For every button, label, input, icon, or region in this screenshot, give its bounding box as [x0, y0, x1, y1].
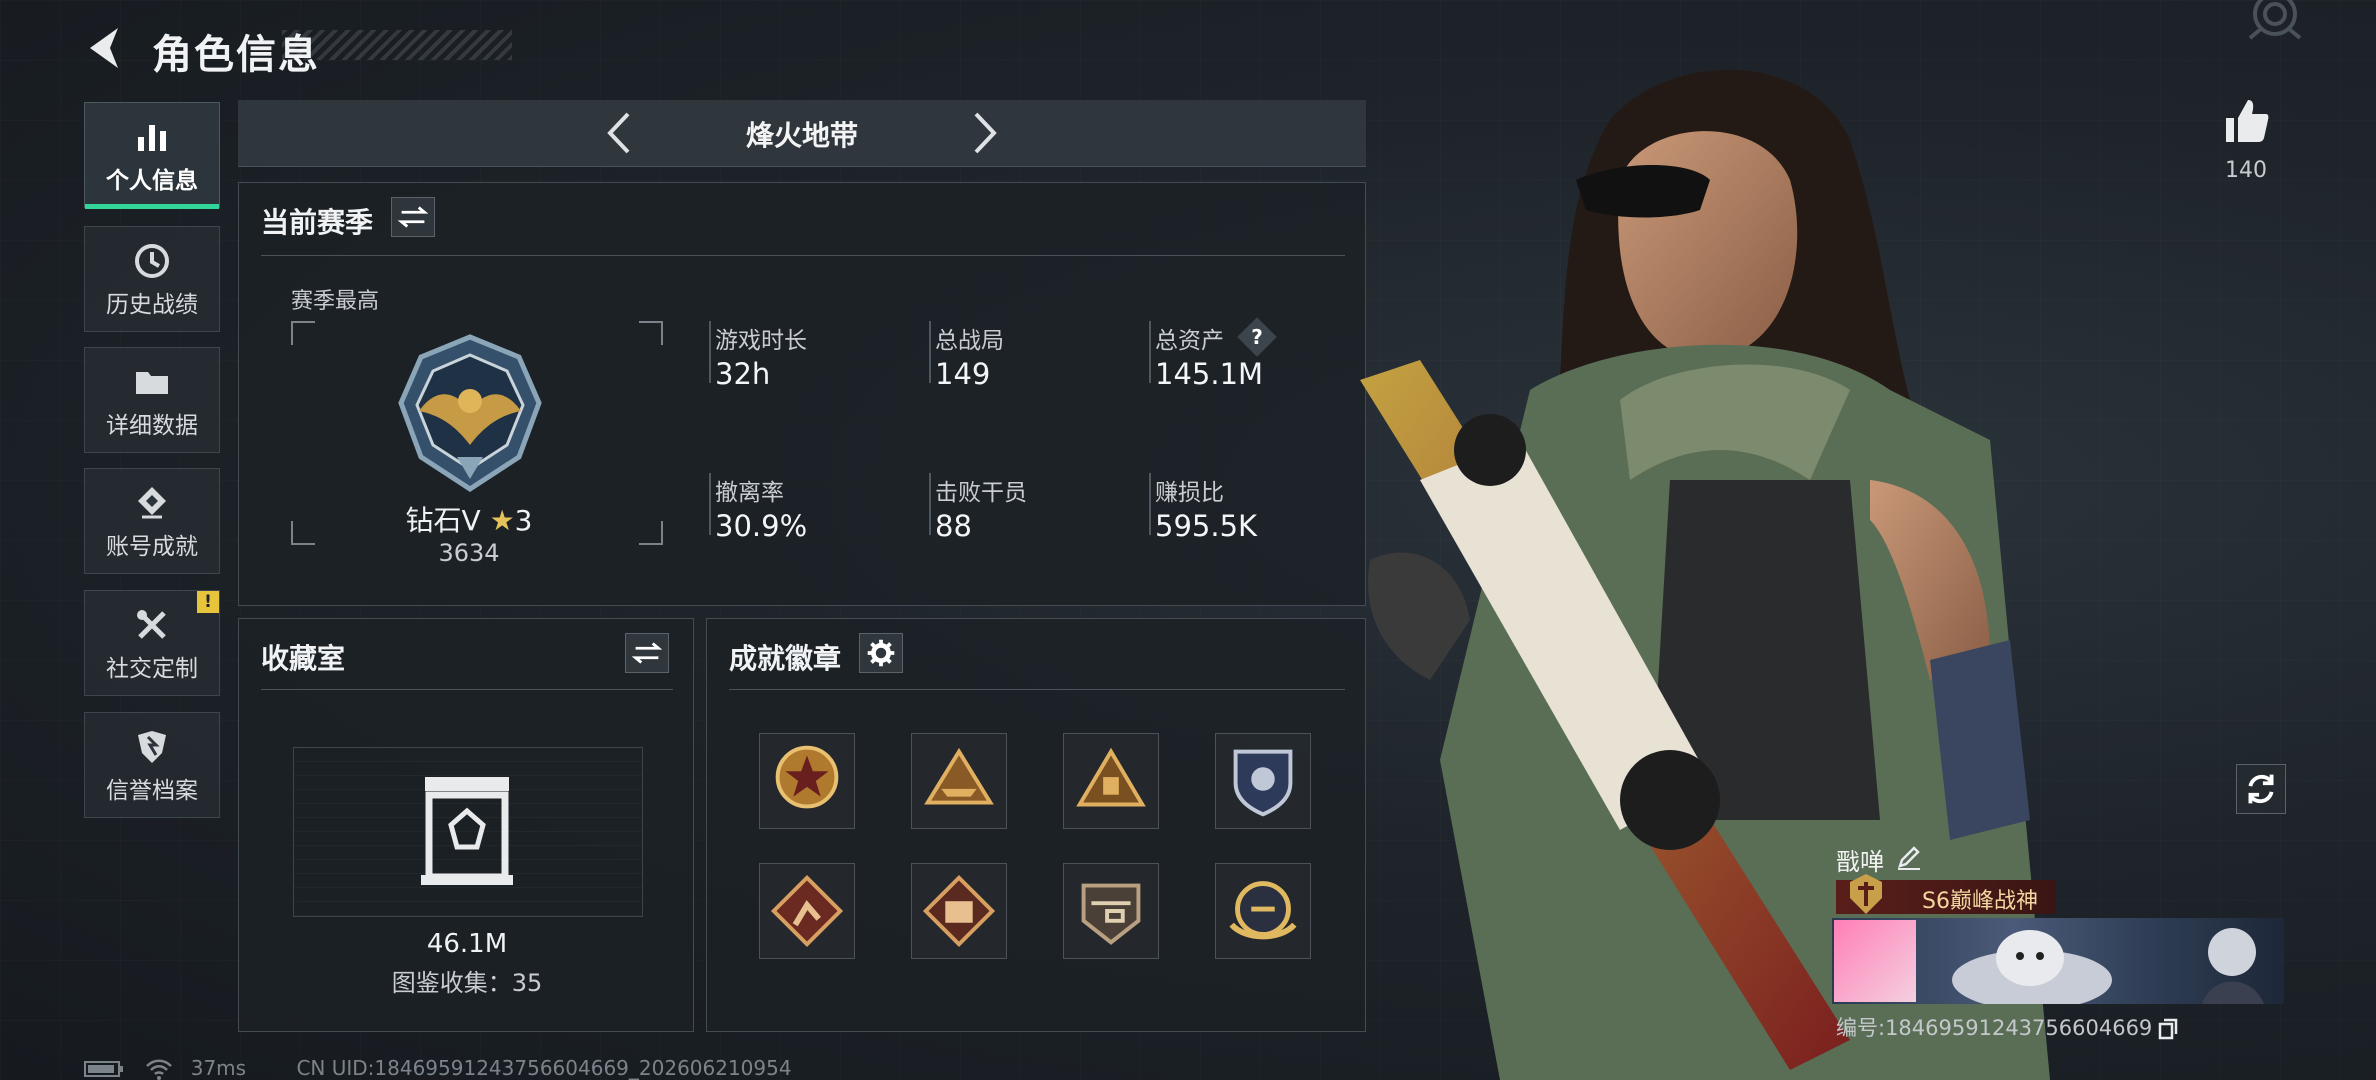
- sidebar-item-label: 历史战绩: [106, 292, 198, 318]
- achievement-badge[interactable]: [1063, 733, 1159, 829]
- collection-title: 收藏室: [261, 642, 346, 675]
- achievement-badge[interactable]: [1063, 863, 1159, 959]
- star-medal-icon: [775, 745, 839, 809]
- mode-name: 烽火地带: [745, 119, 858, 152]
- rank-info: 钻石V ★3: [239, 499, 699, 539]
- shield-icon: [138, 731, 166, 763]
- stat-value: 595.5K: [1155, 509, 1258, 543]
- rank-name: 钻石V: [405, 504, 481, 537]
- fist-badge-icon: [922, 874, 996, 948]
- target-icon[interactable]: [2244, 0, 2306, 44]
- title-tag: S6巅峰战神: [1836, 874, 2056, 914]
- achievement-icon: [138, 487, 166, 519]
- stat-label: 赚损比: [1155, 480, 1224, 506]
- banner-art: [1952, 930, 2112, 1004]
- stat-label: 游戏时长: [715, 328, 807, 354]
- edit-icon[interactable]: [1896, 844, 1922, 870]
- badges-title: 成就徽章: [729, 642, 842, 675]
- achievement-badge[interactable]: [911, 733, 1007, 829]
- tools-icon: [137, 610, 166, 639]
- title-decoration: [282, 30, 512, 60]
- back-arrow-icon[interactable]: [82, 22, 130, 74]
- stat-label: 总战局: [935, 328, 1004, 354]
- banner-character-art: [2202, 928, 2264, 1004]
- sidebar-item-history[interactable]: 历史战绩: [84, 226, 220, 332]
- rank-stars: 3: [514, 504, 533, 537]
- season-best-label: 赛季最高: [291, 289, 380, 314]
- status-bar: 37ms CN UID:18469591243756604669_2026062…: [84, 1056, 792, 1080]
- help-icon[interactable]: ?: [1237, 317, 1277, 357]
- folder-icon: [136, 372, 168, 394]
- likes-count: 140: [2225, 158, 2267, 183]
- season-panel: 当前赛季 赛季最高 钻石V ★3 3634 游戏时长 32h 总战局 149 总…: [238, 182, 1366, 606]
- sidebar-item-label: 账号成就: [106, 534, 198, 560]
- achievement-badge[interactable]: [911, 863, 1007, 959]
- sidebar-item-label: 详细数据: [106, 413, 198, 439]
- stat-value: 145.1M: [1155, 357, 1264, 391]
- rank-star-icon: ★: [489, 504, 515, 537]
- uid-line: CN UID:18469591243756604669_202606210954: [296, 1055, 792, 1080]
- avatar[interactable]: [1834, 920, 1916, 1002]
- badges-panel: 成就徽章: [706, 618, 1366, 1032]
- sidebar-item-details[interactable]: 详细数据: [84, 347, 220, 453]
- vault-icon: [421, 777, 513, 885]
- profile-banner[interactable]: [1832, 918, 2284, 1004]
- sidebar-item-reputation[interactable]: 信誉档案: [84, 712, 220, 818]
- title-tag-text: S6巅峰战神: [1922, 889, 2038, 914]
- copy-icon[interactable]: [2158, 1018, 2178, 1040]
- pyramid-badge-icon: [1076, 747, 1146, 807]
- stat-value: 88: [935, 509, 972, 543]
- stat-value: 30.9%: [715, 509, 808, 543]
- ping-value: 37ms: [190, 1055, 247, 1080]
- player-uid: 编号:1846959124375660466​9: [1836, 1012, 2178, 1042]
- stat-value: 149: [935, 357, 991, 391]
- rank-emblem-icon: [398, 334, 542, 492]
- history-icon: [135, 244, 169, 278]
- wifi-icon: [146, 1059, 173, 1080]
- stat-value: 32h: [715, 357, 771, 391]
- collection-value: 46.1M: [426, 929, 508, 959]
- runner-badge-icon: [770, 874, 844, 948]
- swap-icon[interactable]: [625, 633, 669, 673]
- achievement-badge[interactable]: [759, 733, 855, 829]
- sidebar-item-profile[interactable]: 个人信息: [84, 102, 220, 209]
- thumbs-up-icon[interactable]: [2222, 96, 2270, 146]
- sidebar-item-achievements[interactable]: 账号成就: [84, 468, 220, 574]
- gear-icon[interactable]: [859, 633, 903, 673]
- stat-label: 总资产: [1155, 328, 1224, 354]
- rank-score: 3634: [438, 539, 500, 567]
- collection-panel[interactable]: 收藏室 46.1M 图鉴收集：35: [238, 618, 694, 1032]
- stat-label: 撤离率: [715, 480, 784, 506]
- sidebar-item-label: 信誉档案: [106, 778, 198, 804]
- title-tag-icon: [1850, 874, 1882, 914]
- bar-chart-icon: [138, 125, 166, 151]
- battery-icon: [84, 1061, 123, 1077]
- season-title: 当前赛季: [261, 206, 374, 239]
- refresh-icon[interactable]: [2236, 764, 2286, 814]
- achievement-badge[interactable]: [759, 863, 855, 959]
- collection-count: 图鉴收集：35: [391, 969, 543, 997]
- mode-selector: 烽火地带: [238, 100, 1366, 167]
- sidebar-item-social[interactable]: 社交定制 !: [84, 590, 220, 696]
- helicopter-badge-icon: [1081, 883, 1141, 945]
- sidebar-item-label: 个人信息: [106, 168, 198, 194]
- swap-icon[interactable]: [391, 197, 435, 237]
- chevron-right-icon[interactable]: [964, 110, 1004, 156]
- stat-label: 击败干员: [935, 480, 1027, 506]
- sidebar-item-label: 社交定制: [106, 656, 198, 682]
- alert-badge: !: [197, 591, 219, 613]
- ship-badge-icon: [924, 747, 994, 805]
